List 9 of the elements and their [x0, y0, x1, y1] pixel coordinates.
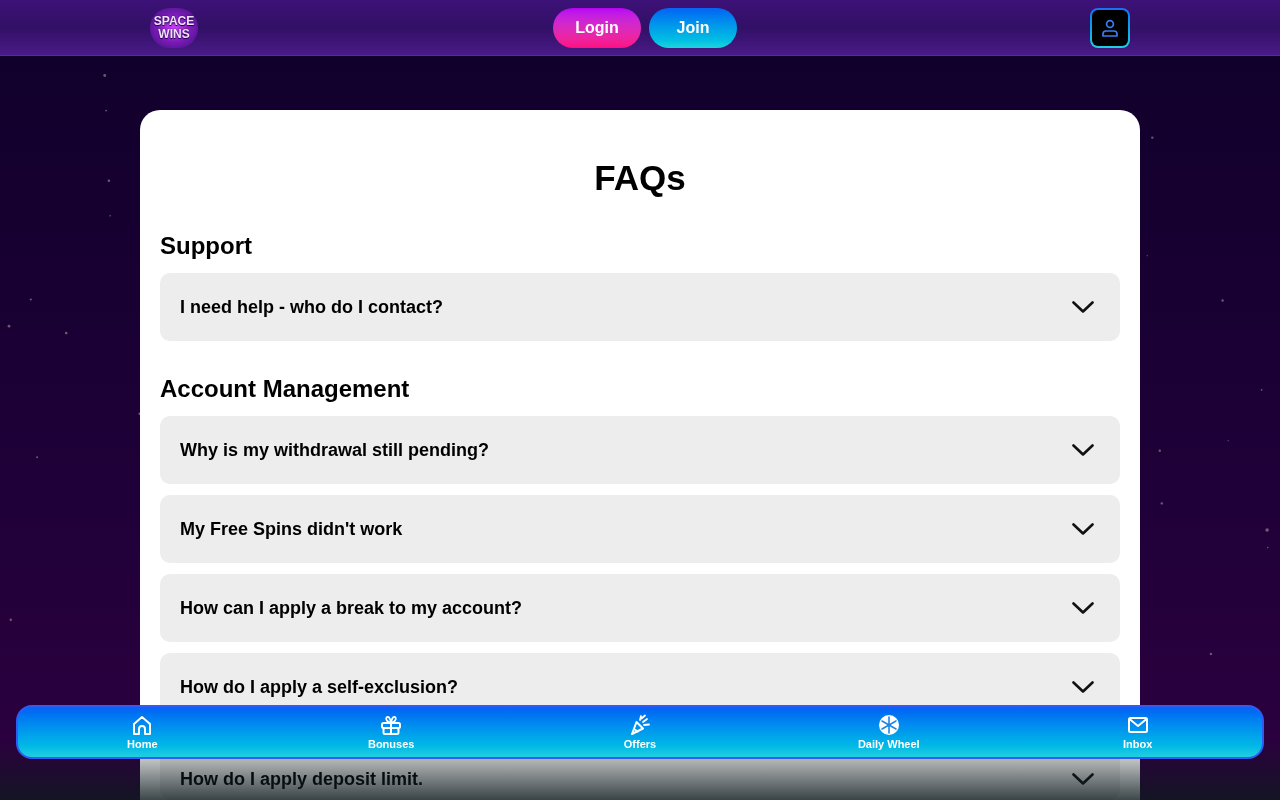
section-heading: Account Management	[160, 374, 411, 404]
page-title: FAQs	[593, 158, 687, 198]
question-text: How do I apply deposit limit.	[180, 768, 423, 790]
question-text: My Free Spins didn't work	[180, 518, 403, 540]
section-heading: Support	[160, 231, 253, 261]
question-text: How do I apply a self-exclusion?	[180, 676, 459, 698]
question-text: How can I apply a break to my account?	[180, 597, 523, 619]
question-text: Why is my withdrawal still pending?	[180, 439, 490, 461]
question-text: I need help - who do I contact?	[180, 296, 443, 318]
